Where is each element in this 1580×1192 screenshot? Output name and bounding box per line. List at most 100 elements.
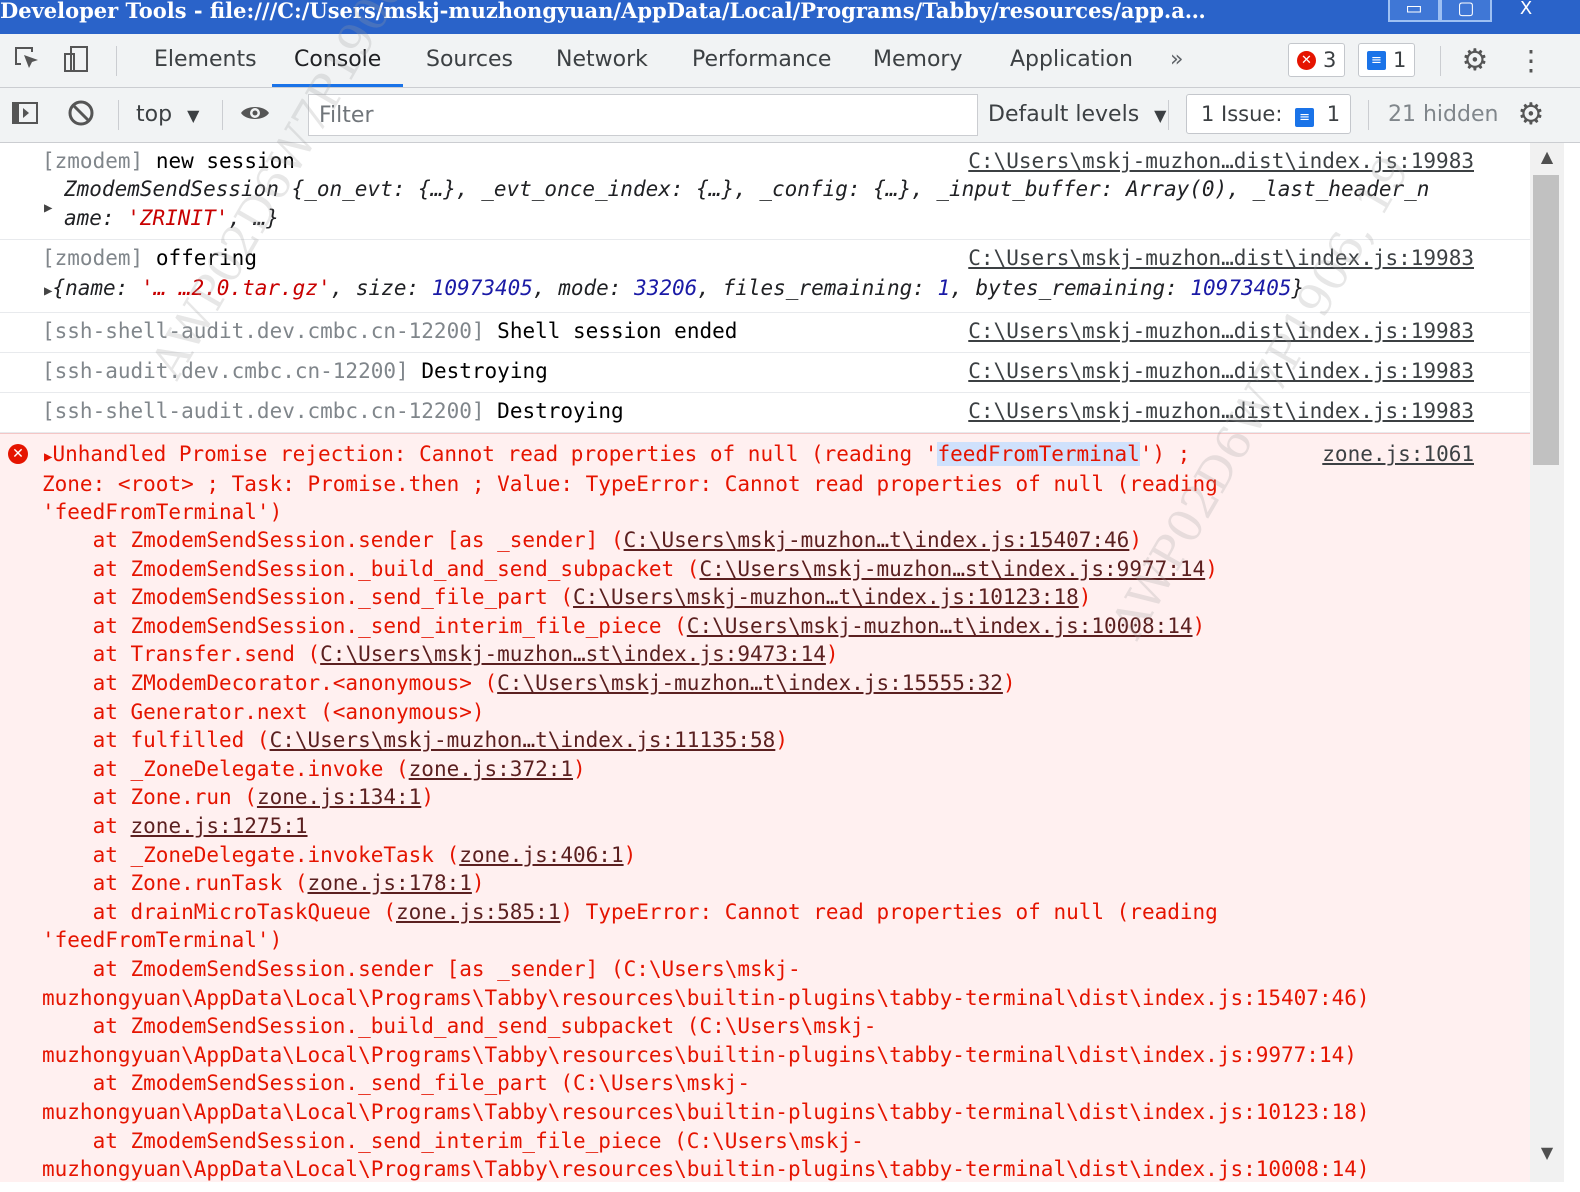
object-value: 10973405 <box>1190 276 1292 300</box>
toolbar-divider <box>1368 100 1369 130</box>
tab-elements[interactable]: Elements <box>154 34 257 87</box>
stack-frame-link[interactable]: zone.js:1275:1 <box>131 814 308 838</box>
stack-frame-link[interactable]: zone.js:406:1 <box>459 843 623 867</box>
toolbar-divider <box>118 100 119 130</box>
stack-frame: at ZmodemSendSession._build_and_send_sub… <box>42 557 1218 581</box>
messages-badge[interactable]: ≡ 1 <box>1358 43 1416 77</box>
stack-frame: at _ZoneDelegate.invoke (zone.js:372:1) <box>42 757 586 781</box>
message-source-link[interactable]: C:\Users\mskj-muzhon…dist\index.js:19983 <box>968 319 1474 343</box>
issues-count: 1 <box>1326 102 1341 126</box>
error-highlight: feedFromTerminal <box>937 442 1140 466</box>
stack-frame: at fulfilled (C:\Users\mskj-muzhon…t\ind… <box>42 728 788 752</box>
stack-tail-line: 'feedFromTerminal') <box>42 928 283 953</box>
stack-frame-link[interactable]: C:\Users\mskj-muzhon…t\index.js:10123:18 <box>573 585 1079 609</box>
stack-frame: at _ZoneDelegate.invokeTask (zone.js:406… <box>42 842 637 867</box>
console-message: [ssh-shell-audit.dev.cmbc.cn-12200] Shel… <box>0 313 1544 353</box>
stack-frame-link[interactable]: C:\Users\mskj-muzhon…t\index.js:15555:32 <box>497 671 1003 695</box>
stack-frame-link[interactable]: C:\Users\mskj-muzhon…st\index.js:9473:14 <box>320 642 826 666</box>
window-title: Developer Tools - file:///C:/Users/mskj-… <box>0 0 1206 23</box>
tab-performance[interactable]: Performance <box>692 34 831 87</box>
errors-badge[interactable]: ✕ 3 <box>1288 43 1346 77</box>
console-scrollbar[interactable]: ▲ ▼ <box>1530 143 1564 1182</box>
stack-tail-line: at ZmodemSendSession._build_and_send_sub… <box>42 1014 877 1039</box>
close-icon[interactable]: X <box>1496 0 1556 22</box>
object-value: 10973405 <box>431 276 533 300</box>
object-key: , bytes_remaining: <box>950 276 1191 300</box>
settings-gear-icon[interactable]: ⚙ <box>1458 44 1492 78</box>
context-selector[interactable]: top ▼ <box>136 88 199 142</box>
stack-frame-link[interactable]: zone.js:134:1 <box>257 785 421 809</box>
stack-frame-function: at <box>42 814 131 838</box>
error-icon: ✕ <box>1297 51 1316 70</box>
error-icon: ✕ <box>8 444 28 464</box>
minimize-icon[interactable]: ▭ <box>1388 0 1440 22</box>
stack-frame-end: ) <box>1205 556 1218 581</box>
toolbar-divider <box>116 46 117 76</box>
hidden-messages-count: 21 hidden <box>1388 102 1499 127</box>
stack-frame-function: at ZmodemSendSession._build_and_send_sub… <box>42 556 700 581</box>
message-source-link[interactable]: C:\Users\mskj-muzhon…dist\index.js:19983 <box>968 246 1474 270</box>
stack-frame: at zone.js:1275:1 <box>42 814 308 838</box>
tab-application[interactable]: Application <box>1010 34 1133 87</box>
more-options-icon[interactable]: ⋮ <box>1514 44 1548 78</box>
stack-frame: at ZModemDecorator.<anonymous> (C:\Users… <box>42 671 1016 695</box>
stack-frame-function: at ZmodemSendSession._send_interim_file_… <box>42 613 687 638</box>
stack-frame: at ZmodemSendSession.sender [as _sender]… <box>42 528 1142 552</box>
message-prefix: [zmodem] <box>42 246 144 270</box>
stack-frame-function: at Zone.runTask ( <box>42 871 308 896</box>
stack-frame-link[interactable]: C:\Users\mskj-muzhon…t\index.js:15407:46 <box>624 528 1130 552</box>
clear-console-icon[interactable] <box>64 98 98 132</box>
stack-frame-function: at Generator.next (<anonymous>) <box>42 699 485 724</box>
expand-triangle-icon[interactable]: ▶ <box>44 200 52 216</box>
stack-tail-line: muzhongyuan\AppData\Local\Programs\Tabby… <box>42 1157 1370 1182</box>
issue-message-icon: ≡ <box>1295 108 1315 127</box>
stack-frame-end: ) <box>775 728 788 753</box>
log-levels-dropdown[interactable]: Default levels ▼ <box>988 88 1166 142</box>
more-tabs-button[interactable]: » <box>1170 34 1183 87</box>
stack-tail-line: at ZmodemSendSession._send_file_part (C:… <box>42 1071 751 1096</box>
chevron-down-icon: ▼ <box>187 106 200 125</box>
stack-frame-end: ) <box>1002 671 1016 695</box>
stack-frame: at ZmodemSendSession._send_file_part (C:… <box>42 585 1092 610</box>
stack-tail-line: at ZmodemSendSession.sender [as _sender]… <box>42 957 801 981</box>
toolbar-divider <box>1168 100 1169 130</box>
tab-sources[interactable]: Sources <box>426 34 513 87</box>
stack-frame-end: ) <box>471 871 485 896</box>
issues-button[interactable]: 1 Issue: ≡ 1 <box>1186 94 1352 134</box>
inspect-element-icon[interactable] <box>10 44 44 78</box>
tab-network[interactable]: Network <box>556 34 648 87</box>
error-line: 'feedFromTerminal') <box>42 500 283 524</box>
stack-frame-function: at _ZoneDelegate.invoke ( <box>42 756 409 781</box>
maximize-icon[interactable]: ▢ <box>1440 0 1492 22</box>
stack-frame-end: ) <box>623 842 637 867</box>
filter-input[interactable] <box>308 94 978 136</box>
stack-frame-link[interactable]: C:\Users\mskj-muzhon…st\index.js:9977:14 <box>699 557 1205 581</box>
stack-frame-link[interactable]: zone.js:372:1 <box>409 757 573 781</box>
message-prefix: [ssh-audit.dev.cmbc.cn-12200] <box>42 359 409 383</box>
sidebar-toggle-icon[interactable] <box>8 98 42 132</box>
stack-frame-end: ) <box>1192 613 1206 638</box>
tab-memory[interactable]: Memory <box>873 34 962 87</box>
stack-frame-link[interactable]: C:\Users\mskj-muzhon…t\index.js:11135:58 <box>270 728 776 752</box>
stack-frame-link[interactable]: zone.js:585:1 <box>396 900 560 924</box>
stack-frame: at Zone.run (zone.js:134:1) <box>42 785 434 809</box>
stack-frame-end: ) <box>1078 585 1092 610</box>
scrollbar-thumb[interactable] <box>1533 175 1559 465</box>
message-source-link[interactable]: C:\Users\mskj-muzhon…dist\index.js:19983 <box>968 399 1474 423</box>
live-expression-eye-icon[interactable] <box>238 98 272 132</box>
console-settings-gear-icon[interactable]: ⚙ <box>1514 98 1548 132</box>
stack-frame-link[interactable]: zone.js:178:1 <box>308 871 472 895</box>
stack-frame-link[interactable]: C:\Users\mskj-muzhon…t\index.js:10008:14 <box>687 614 1193 638</box>
scroll-down-arrow-icon[interactable]: ▼ <box>1530 1143 1564 1167</box>
error-source-link[interactable]: zone.js:1061 <box>1322 442 1474 466</box>
scroll-up-arrow-icon[interactable]: ▲ <box>1530 147 1564 171</box>
issues-label: 1 Issue: <box>1201 102 1283 126</box>
message-source-link[interactable]: C:\Users\mskj-muzhon…dist\index.js:19983 <box>968 359 1474 383</box>
stack-frame-end: ) <box>421 785 434 810</box>
device-toolbar-icon[interactable] <box>60 44 94 78</box>
message-source-link[interactable]: C:\Users\mskj-muzhon…dist\index.js:19983 <box>968 149 1474 173</box>
stack-frame-function: at _ZoneDelegate.invokeTask ( <box>42 842 460 867</box>
stack-frame-end: ) <box>825 642 839 667</box>
console-message: [ssh-audit.dev.cmbc.cn-12200] Destroying… <box>0 353 1544 393</box>
message-prefix: [zmodem] <box>42 149 144 173</box>
